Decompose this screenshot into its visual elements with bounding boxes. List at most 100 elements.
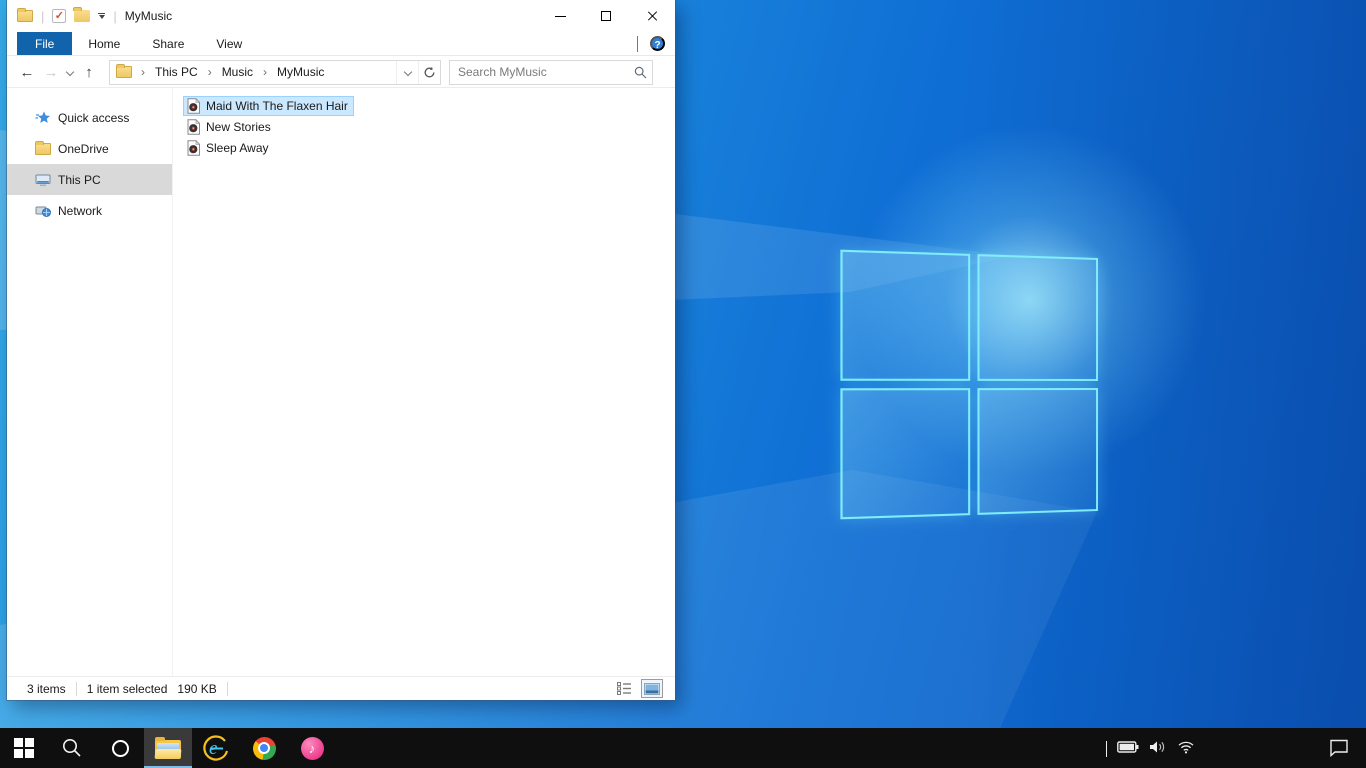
selection-count: 1 item selected <box>86 681 168 696</box>
taskbar-file-explorer-button[interactable] <box>144 728 192 768</box>
system-tray <box>1106 728 1195 768</box>
windows-logo-pane <box>840 249 970 381</box>
search-input[interactable] <box>450 65 628 79</box>
volume-status[interactable] <box>1149 740 1167 757</box>
sidebar-item-onedrive[interactable]: OneDrive <box>7 133 172 164</box>
sidebar-item-label: Network <box>58 203 103 218</box>
taskbar: e ♪ <box>0 728 1366 768</box>
network-status[interactable] <box>1177 740 1195 757</box>
tab-home[interactable]: Home <box>72 32 136 55</box>
forward-button[interactable]: → <box>39 64 63 81</box>
close-button[interactable] <box>629 0 675 32</box>
breadcrumb-separator-icon: › <box>263 65 268 79</box>
title-bar[interactable]: | ✓ | MyMusic <box>7 0 675 32</box>
up-button[interactable]: ↑ <box>77 64 101 81</box>
battery-status[interactable] <box>1117 740 1139 756</box>
internet-explorer-icon: e <box>203 735 229 761</box>
action-center-icon <box>1330 739 1348 757</box>
cortana-button[interactable] <box>96 728 144 768</box>
quick-access-toolbar: | ✓ | <box>7 7 117 24</box>
chevron-down-icon <box>637 36 638 52</box>
file-name: Maid With The Flaxen Hair <box>206 99 348 113</box>
audio-file-icon <box>186 119 201 135</box>
desktop: | ✓ | MyMusic File Home Share View ? ← →… <box>0 0 1366 768</box>
navigation-pane: Quick access OneDrive This PC Network <box>7 88 173 676</box>
maximize-icon <box>601 11 611 21</box>
search-box[interactable] <box>449 59 653 85</box>
file-name: New Stories <box>206 120 271 134</box>
maximize-button[interactable] <box>583 0 629 32</box>
cortana-icon <box>111 739 129 757</box>
chevron-down-icon <box>403 67 412 77</box>
chevron-up-icon <box>1106 740 1107 757</box>
separator <box>75 681 77 696</box>
nav-buttons: ← → ↑ <box>7 64 101 81</box>
address-bar[interactable]: › This PC › Music › MyMusic <box>109 59 441 85</box>
tab-file[interactable]: File <box>17 32 73 55</box>
windows-logo-pane <box>840 388 970 520</box>
sidebar-item-network[interactable]: Network <box>7 195 172 226</box>
refresh-icon <box>424 66 435 77</box>
star-icon <box>35 110 51 126</box>
speaker-icon <box>1150 741 1165 752</box>
windows-logo-pane <box>976 254 1098 381</box>
separator: | <box>41 8 45 24</box>
item-count: 3 items <box>27 681 66 696</box>
itunes-button[interactable]: ♪ <box>288 728 336 768</box>
minimize-icon <box>554 15 566 17</box>
breadcrumb-music[interactable]: Music <box>221 65 254 79</box>
sidebar-item-quick-access[interactable]: Quick access <box>7 102 172 133</box>
recent-locations-dropdown[interactable] <box>63 67 77 77</box>
customize-qat-dropdown[interactable] <box>98 13 106 19</box>
internet-explorer-button[interactable]: e <box>192 728 240 768</box>
help-button[interactable]: ? <box>650 36 665 51</box>
details-view-icon <box>616 682 631 695</box>
sidebar-item-label: Quick access <box>58 110 130 125</box>
navigation-toolbar: ← → ↑ › This PC › Music › MyMusic <box>7 57 675 88</box>
properties-check-icon[interactable]: ✓ <box>52 9 67 23</box>
new-folder-icon[interactable] <box>73 7 91 22</box>
separator: | <box>113 8 117 24</box>
breadcrumb-mymusic[interactable]: MyMusic <box>276 65 325 79</box>
taskbar-search-button[interactable] <box>48 728 96 768</box>
folder-icon <box>35 140 51 155</box>
expand-ribbon-button[interactable] <box>637 36 638 52</box>
details-view-button[interactable] <box>613 679 635 698</box>
separator <box>226 681 228 696</box>
start-button[interactable] <box>0 728 48 768</box>
network-icon <box>35 203 51 219</box>
windows-start-icon <box>14 738 34 758</box>
chrome-button[interactable] <box>240 728 288 768</box>
file-explorer-window: | ✓ | MyMusic File Home Share View ? ← →… <box>6 0 676 701</box>
tab-share[interactable]: Share <box>136 32 200 55</box>
address-dropdown-button[interactable] <box>396 60 418 84</box>
sidebar-item-label: OneDrive <box>58 141 109 156</box>
audio-file-icon <box>186 98 201 114</box>
window-title: MyMusic <box>124 9 173 23</box>
window-controls <box>537 0 675 32</box>
monitor-icon <box>35 172 51 188</box>
ribbon-tab-bar: File Home Share View ? <box>7 32 675 56</box>
tray-expand-button[interactable] <box>1106 740 1107 757</box>
file-row[interactable]: Maid With The Flaxen Hair <box>183 96 354 116</box>
tab-view[interactable]: View <box>200 32 258 55</box>
action-center-button[interactable] <box>1322 728 1356 768</box>
minimize-button[interactable] <box>537 0 583 32</box>
refresh-button[interactable] <box>418 60 440 84</box>
back-button[interactable]: ← <box>15 64 39 81</box>
wifi-icon <box>1178 741 1194 753</box>
file-row[interactable]: New Stories <box>183 117 277 137</box>
breadcrumb-this-pc[interactable]: This PC <box>154 65 199 79</box>
search-icon[interactable] <box>628 66 652 79</box>
location-folder-icon <box>116 64 132 78</box>
search-icon <box>63 739 81 757</box>
chevron-down-icon <box>65 67 75 77</box>
file-row[interactable]: Sleep Away <box>183 138 275 158</box>
thumbnail-view-icon <box>644 682 660 695</box>
sidebar-item-label: This PC <box>58 172 101 187</box>
sidebar-item-this-pc[interactable]: This PC <box>7 164 172 195</box>
audio-file-icon <box>186 140 201 156</box>
chrome-icon <box>252 736 276 760</box>
windows-logo <box>840 249 1098 520</box>
thumbnail-view-button[interactable] <box>641 679 663 698</box>
